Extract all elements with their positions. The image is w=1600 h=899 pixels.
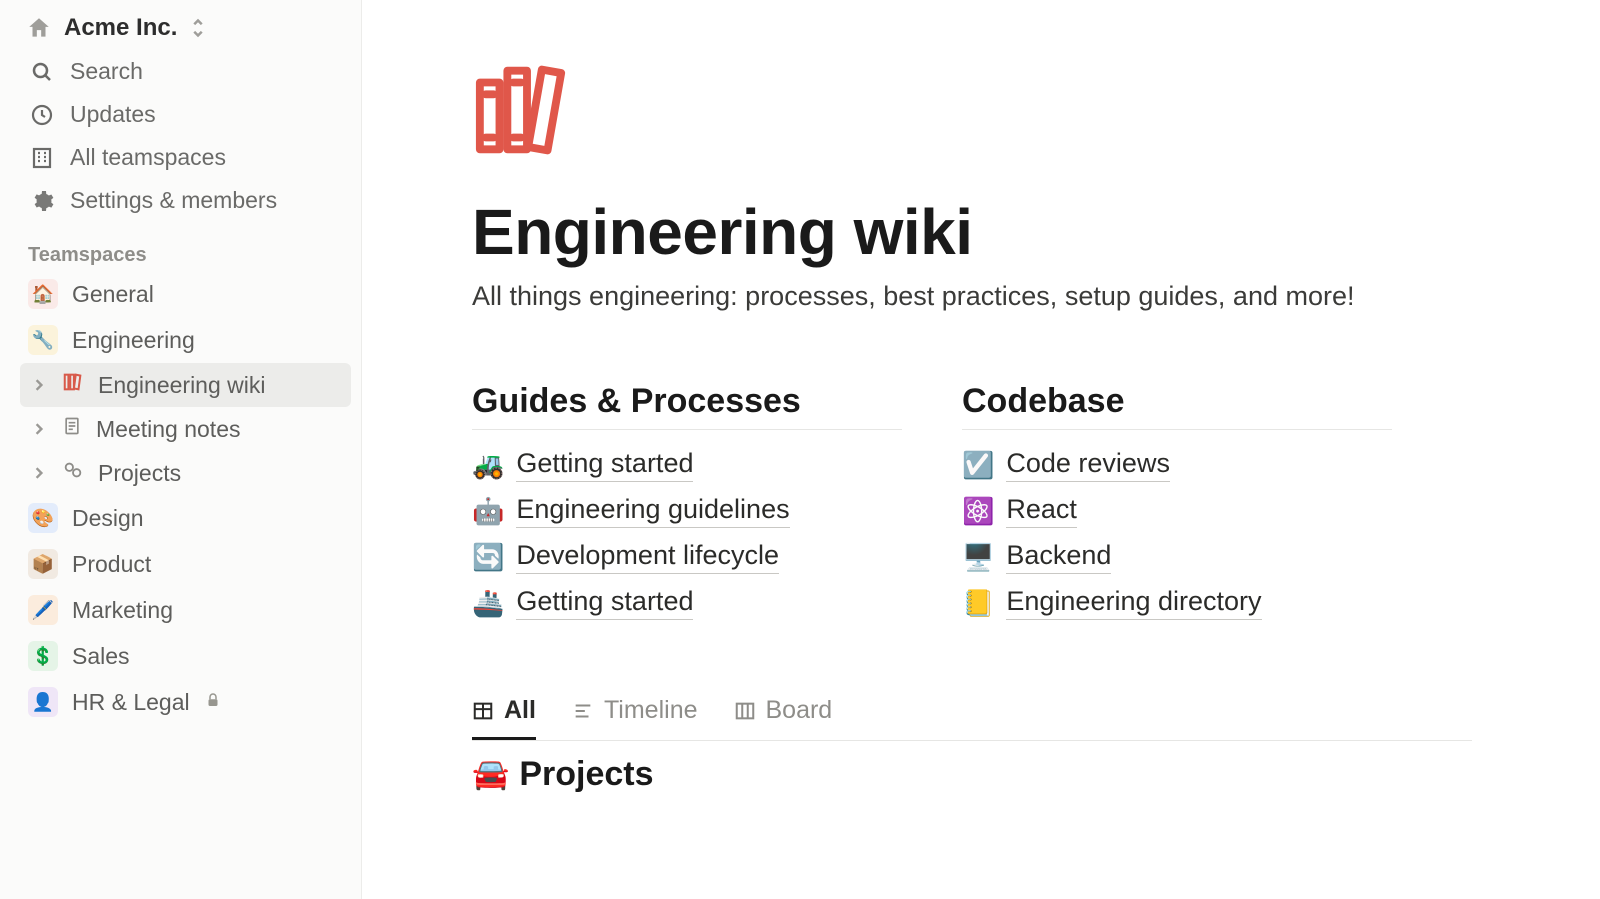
link-emoji-icon: 🤖 [472,496,504,527]
teamspace-sales-label: Sales [72,643,130,670]
building-icon [28,146,56,170]
timeline-icon [572,700,594,722]
teamspace-general-label: General [72,281,154,308]
link-label: Development lifecycle [516,540,779,574]
page-link[interactable]: 🤖 Engineering guidelines [472,494,902,528]
chevron-right-icon[interactable] [30,379,48,391]
teamspace-marketing-label: Marketing [72,597,173,624]
page-subtitle[interactable]: All things engineering: processes, best … [472,281,1600,312]
link-emoji-icon: 📒 [962,588,994,619]
teamspace-design[interactable]: 🎨 Design [20,495,351,541]
page-title[interactable]: Engineering wiki [472,195,1600,269]
column-guides: Guides & Processes 🚜 Getting started 🤖 E… [472,382,902,620]
page-link[interactable]: 🚜 Getting started [472,448,902,482]
teamspace-engineering[interactable]: 🔧 Engineering [20,317,351,363]
page-link[interactable]: 🔄 Development lifecycle [472,540,902,574]
teamspace-general-icon: 🏠 [28,279,58,309]
workspace-name: Acme Inc. [64,14,177,42]
nav-all-teamspaces[interactable]: All teamspaces [20,136,351,179]
sidebar: Acme Inc. Search Updates All teamspaces [0,0,362,899]
home-icon [26,15,52,41]
teamspace-sales[interactable]: 💲 Sales [20,633,351,679]
database-title[interactable]: 🚘 Projects [472,755,1600,794]
main-content: Engineering wiki All things engineering:… [362,0,1600,899]
books-icon [62,371,84,399]
teamspace-design-icon: 🎨 [28,503,58,533]
sidebar-page-label: Engineering wiki [98,372,265,399]
link-label: Backend [1006,540,1111,574]
chevron-right-icon[interactable] [30,423,48,435]
nav-updates[interactable]: Updates [20,93,351,136]
lock-icon [204,691,222,714]
page-link[interactable]: ⚛️ React [962,494,1392,528]
column-heading[interactable]: Guides & Processes [472,382,902,430]
nav-settings-label: Settings & members [70,187,277,214]
page-link[interactable]: 🖥️ Backend [962,540,1392,574]
link-label: Engineering directory [1006,586,1261,620]
clock-icon [28,103,56,127]
document-icon [62,415,82,443]
link-emoji-icon: ☑️ [962,450,994,481]
page-link[interactable]: 🚢 Getting started [472,586,902,620]
teamspace-marketing[interactable]: 🖊️ Marketing [20,587,351,633]
teamspace-engineering-label: Engineering [72,327,195,354]
link-emoji-icon: 🔄 [472,542,504,573]
workspace-switcher[interactable]: Acme Inc. [20,6,351,50]
nav-settings[interactable]: Settings & members [20,179,351,222]
sidebar-page-engineering-wiki[interactable]: Engineering wiki [20,363,351,407]
link-label: React [1006,494,1077,528]
link-label: Getting started [516,586,693,620]
database-view-tabs: All Timeline Board [472,688,1472,741]
sidebar-section-teamspaces: Teamspaces [20,222,351,271]
database-title-icon: 🚘 [472,757,509,792]
nav-all-teamspaces-label: All teamspaces [70,144,226,171]
link-label: Code reviews [1006,448,1170,482]
view-tab-label: All [504,696,536,725]
view-tab-label: Board [766,696,833,725]
view-tab-label: Timeline [604,696,698,725]
link-emoji-icon: ⚛️ [962,496,994,527]
gears-icon [62,459,84,487]
board-icon [734,700,756,722]
page-link[interactable]: 📒 Engineering directory [962,586,1392,620]
view-tab-timeline[interactable]: Timeline [572,688,698,740]
chevron-right-icon[interactable] [30,467,48,479]
teamspace-sales-icon: 💲 [28,641,58,671]
nav-updates-label: Updates [70,101,156,128]
teamspace-product-label: Product [72,551,151,578]
teamspace-product-icon: 📦 [28,549,58,579]
view-tab-board[interactable]: Board [734,688,833,740]
chevron-updown-icon [191,18,205,38]
page-hero-icon[interactable] [472,60,1600,165]
link-emoji-icon: 🚢 [472,588,504,619]
content-columns: Guides & Processes 🚜 Getting started 🤖 E… [472,382,1600,620]
teamspace-hr-legal-label: HR & Legal [72,689,190,716]
nav-search-label: Search [70,58,143,85]
sidebar-page-label: Meeting notes [96,416,240,443]
column-codebase: Codebase ☑️ Code reviews ⚛️ React 🖥️ Bac… [962,382,1392,620]
search-icon [28,60,56,84]
column-heading[interactable]: Codebase [962,382,1392,430]
sidebar-page-projects[interactable]: Projects [20,451,351,495]
nav-search[interactable]: Search [20,50,351,93]
teamspace-design-label: Design [72,505,144,532]
database-title-label: Projects [519,755,653,794]
link-emoji-icon: 🚜 [472,450,504,481]
teamspace-product[interactable]: 📦 Product [20,541,351,587]
page-link[interactable]: ☑️ Code reviews [962,448,1392,482]
link-label: Getting started [516,448,693,482]
table-icon [472,700,494,722]
sidebar-page-label: Projects [98,460,181,487]
view-tab-all[interactable]: All [472,688,536,740]
teamspace-general[interactable]: 🏠 General [20,271,351,317]
gear-icon [28,189,56,213]
teamspace-hr-legal[interactable]: 👤 HR & Legal [20,679,351,725]
link-label: Engineering guidelines [516,494,789,528]
teamspace-engineering-icon: 🔧 [28,325,58,355]
link-emoji-icon: 🖥️ [962,542,994,573]
teamspace-hr-legal-icon: 👤 [28,687,58,717]
teamspace-marketing-icon: 🖊️ [28,595,58,625]
sidebar-page-meeting-notes[interactable]: Meeting notes [20,407,351,451]
